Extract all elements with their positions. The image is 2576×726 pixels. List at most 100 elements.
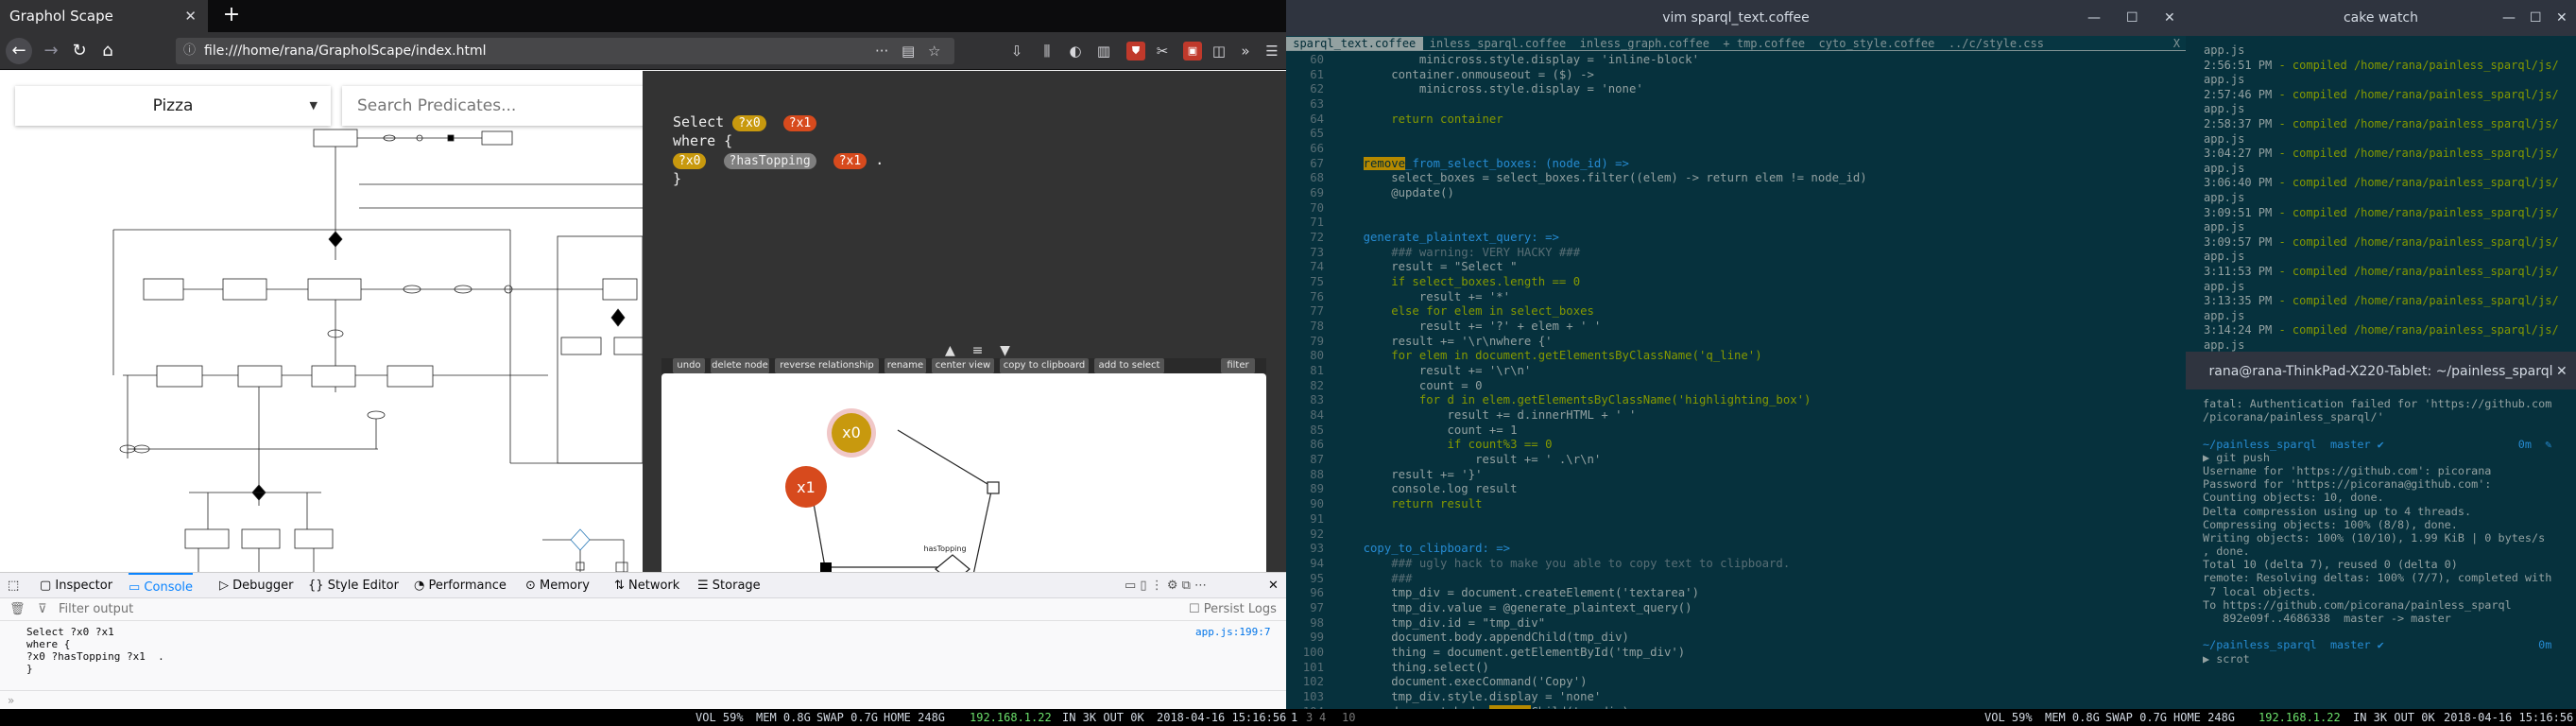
diagram-node[interactable] [386, 365, 434, 388]
close-button[interactable]: ✕ [2556, 0, 2567, 36]
tab-memory[interactable]: ⊙ Memory [525, 573, 590, 598]
tab-storage[interactable]: ☰ Storage [697, 573, 761, 598]
workspace-1[interactable]: 1 [1291, 709, 1297, 726]
reverse-relationship-button[interactable]: reverse relationship [775, 358, 879, 373]
copy-to-clipboard-button[interactable]: copy to clipboard [1000, 358, 1089, 373]
node-box[interactable] [987, 481, 1000, 494]
diagram-node[interactable] [610, 308, 626, 327]
element-picker-icon[interactable]: ⬚ [8, 573, 19, 598]
code-editor[interactable]: 60 minicross.style.display = 'inline-blo… [1286, 53, 2186, 709]
code-line[interactable]: 84 result += d.innerHTML + ' ' [1286, 408, 2186, 424]
forward-button[interactable]: → [38, 38, 64, 64]
diagram-node[interactable] [447, 134, 455, 142]
close-devtools-icon[interactable]: ✕ [1268, 573, 1279, 598]
code-line[interactable]: 99 document.body.appendChild(tmp_div) [1286, 631, 2186, 646]
select-var-x1[interactable]: ?x1 [782, 115, 817, 131]
code-line[interactable]: 92 [1286, 527, 2186, 543]
diagram-node[interactable] [307, 278, 362, 301]
ublock-icon[interactable]: ⛊ [1126, 42, 1145, 60]
triple-predicate[interactable]: ?hasTopping [723, 153, 816, 169]
tab-performance[interactable]: ◔ Performance [414, 573, 507, 598]
vim-tab[interactable]: ../c/style.css [1942, 37, 2052, 50]
diagram-node[interactable] [328, 231, 343, 248]
code-line[interactable]: 95 ### [1286, 572, 2186, 587]
code-line[interactable]: 75 if select_boxes.length == 0 [1286, 275, 2186, 290]
code-line[interactable]: 87 result += ' .\r\n' [1286, 453, 2186, 468]
screenshot-icon[interactable]: ✂ [1151, 40, 1174, 62]
vim-tab[interactable]: sparql_text.coffee [1286, 37, 1423, 50]
console-input[interactable]: » [0, 690, 1286, 709]
terminal-output[interactable]: fatal: Authentication failed for 'https:… [2203, 397, 2551, 666]
code-line[interactable]: 77 else for elem in select_boxes [1286, 304, 2186, 320]
ontology-diagram[interactable] [0, 71, 643, 572]
filter-output-input[interactable]: Filter output [59, 598, 133, 621]
toolbar-toggle[interactable]: ▲ ≡ ▼ [945, 343, 1010, 358]
diagram-node[interactable] [184, 528, 230, 549]
code-line[interactable]: 80 for elem in document.getElementsByCla… [1286, 349, 2186, 364]
code-line[interactable]: 96 tmp_div = document.createElement('tex… [1286, 586, 2186, 601]
code-line[interactable]: 91 [1286, 512, 2186, 527]
maximize-button[interactable]: ☐ [2530, 0, 2542, 36]
rename-button[interactable]: rename [884, 358, 926, 373]
diagram-node[interactable] [222, 278, 267, 301]
overflow-icon[interactable]: » [1234, 40, 1257, 62]
code-line[interactable]: 83 for d in elem.getElementsByClassName(… [1286, 393, 2186, 408]
sync-icon[interactable]: ◐ [1064, 40, 1087, 62]
menu-lines-icon[interactable]: ≡ [972, 343, 984, 358]
vim-tab-close[interactable]: X [2173, 36, 2180, 51]
info-icon[interactable]: ⓘ [183, 38, 196, 64]
diagram-node[interactable] [311, 365, 356, 388]
add-to-select-button[interactable]: add to select [1094, 358, 1164, 373]
code-line[interactable]: 64 return container [1286, 112, 2186, 128]
code-line[interactable]: 66 [1286, 142, 2186, 157]
arrow-down-icon[interactable]: ▼ [1000, 343, 1010, 358]
persist-logs-checkbox[interactable]: ☐ Persist Logs [1189, 598, 1277, 621]
menu-icon[interactable]: ☰ [1261, 40, 1283, 62]
workspace-3[interactable]: 3 [1306, 709, 1313, 726]
ontology-graph[interactable]: Pizza ▼ [0, 71, 643, 572]
close-tab-icon[interactable]: ✕ [184, 0, 197, 32]
code-line[interactable]: 85 count += 1 [1286, 424, 2186, 439]
tab-network[interactable]: ⇅ Network [614, 573, 679, 598]
reload-button[interactable]: ↻ [66, 38, 93, 64]
diagram-node[interactable] [313, 129, 358, 147]
vim-tab[interactable]: cyto_style.coffee [1812, 37, 1941, 50]
code-line[interactable]: 69 @update() [1286, 186, 2186, 201]
diagram-node[interactable] [143, 278, 184, 301]
delete-node-button[interactable]: delete node [711, 358, 769, 373]
code-line[interactable]: 89 console.log result [1286, 482, 2186, 497]
home-icon[interactable]: ⌂ [94, 38, 121, 64]
sidebar-icon[interactable]: ▥ [1092, 40, 1115, 62]
diagram-node[interactable] [367, 410, 386, 420]
diagram-node[interactable] [294, 528, 334, 549]
bookmark-star-icon[interactable]: ☆ [928, 38, 940, 64]
console-source-link[interactable]: app.js:199:7 [1195, 626, 1270, 638]
diagram-node[interactable] [615, 562, 628, 572]
minimize-button[interactable]: — [2087, 0, 2101, 36]
workspace-10[interactable]: 10 [1342, 709, 1355, 726]
code-line[interactable]: 60 minicross.style.display = 'inline-blo… [1286, 53, 2186, 68]
close-button[interactable]: ✕ [2556, 354, 2567, 389]
code-line[interactable]: 93 copy_to_clipboard: => [1286, 542, 2186, 557]
code-line[interactable]: 70 [1286, 201, 2186, 216]
code-line[interactable]: 82 count = 0 [1286, 379, 2186, 394]
workspace-4[interactable]: 4 [1319, 709, 1326, 726]
tab-debugger[interactable]: ▷ Debugger [219, 573, 294, 598]
code-line[interactable]: 101 thing.select() [1286, 661, 2186, 676]
tab-console[interactable]: ▭ Console [129, 573, 194, 598]
new-tab-button[interactable]: + [217, 0, 246, 32]
code-line[interactable]: 98 tmp_div.id = "tmp_div" [1286, 616, 2186, 631]
select-var-x0[interactable]: ?x0 [732, 115, 766, 131]
minimize-button[interactable]: — [2502, 0, 2516, 36]
diagram-node[interactable] [481, 130, 513, 146]
code-line[interactable]: 72 generate_plaintext_query: => [1286, 231, 2186, 246]
extension-icon[interactable]: ▣ [1183, 42, 1202, 60]
tab-graphol-scape[interactable]: Graphol Scape ✕ [0, 0, 208, 32]
diagram-node[interactable] [560, 337, 602, 355]
center-view-button[interactable]: center view [932, 358, 994, 373]
triple-subject[interactable]: ?x0 [673, 153, 707, 169]
close-button[interactable]: ✕ [2164, 0, 2175, 36]
dock-options-icon[interactable]: ▭ ▯ ⋮ ⚙ ⧉ ⋯ [1125, 573, 1207, 598]
diagram-node[interactable] [241, 528, 281, 549]
code-line[interactable]: 79 result += '\r\nwhere {' [1286, 335, 2186, 350]
